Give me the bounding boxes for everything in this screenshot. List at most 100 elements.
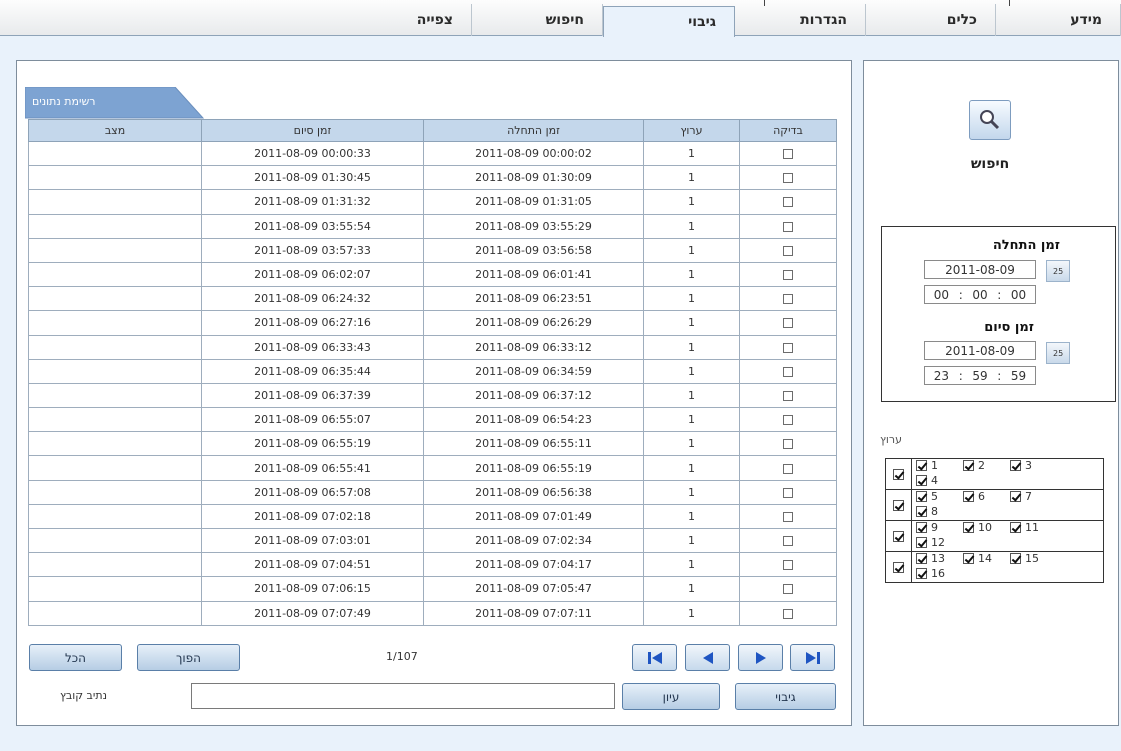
row-checkbox[interactable] bbox=[783, 318, 793, 329]
channel-checkbox-item[interactable]: 9 bbox=[916, 521, 963, 534]
channel-checkbox-item[interactable]: 16 bbox=[916, 567, 963, 580]
row-checkbox[interactable] bbox=[783, 149, 793, 160]
channel-checkbox-item[interactable]: 11 bbox=[1010, 521, 1057, 534]
row-select-checkbox[interactable] bbox=[893, 469, 904, 480]
end-clock-field[interactable]: 23: 59: 59 bbox=[924, 366, 1036, 385]
channel-checkbox-item[interactable]: 15 bbox=[1010, 552, 1057, 565]
channel-checkbox[interactable] bbox=[916, 553, 927, 564]
row-checkbox[interactable] bbox=[783, 294, 793, 305]
channel-checkbox-item[interactable]: 12 bbox=[916, 536, 963, 549]
table-row[interactable]: 2011-08-09 00:00:33 2011-08-09 00:00:02 1 bbox=[28, 140, 837, 167]
browse-button[interactable]: עיון bbox=[622, 683, 720, 710]
channel-checkbox[interactable] bbox=[1010, 491, 1021, 502]
table-row[interactable]: 2011-08-09 01:30:45 2011-08-09 01:30:09 1 bbox=[28, 165, 837, 191]
row-checkbox[interactable] bbox=[783, 487, 793, 498]
channel-checkbox[interactable] bbox=[916, 506, 927, 517]
tab-settings[interactable]: הגדרות bbox=[735, 4, 866, 36]
table-row[interactable]: 2011-08-09 06:02:07 2011-08-09 06:01:41 1 bbox=[28, 261, 837, 288]
channel-checkbox-item[interactable]: 13 bbox=[916, 552, 963, 565]
table-row[interactable]: 2011-08-09 06:37:39 2011-08-09 06:37:12 1 bbox=[28, 382, 837, 409]
row-checkbox[interactable] bbox=[783, 173, 793, 184]
row-checkbox[interactable] bbox=[783, 584, 793, 595]
backup-button[interactable]: גיבוי bbox=[735, 683, 836, 710]
table-row[interactable]: 2011-08-09 06:35:44 2011-08-09 06:34:59 1 bbox=[28, 358, 837, 384]
channel-checkbox-item[interactable]: 4 bbox=[916, 474, 963, 487]
table-row[interactable]: 2011-08-09 06:24:32 2011-08-09 06:23:51 1 bbox=[28, 286, 837, 312]
first-page-button[interactable] bbox=[790, 644, 835, 671]
row-checkbox[interactable] bbox=[783, 608, 793, 619]
table-row[interactable]: 2011-08-09 06:55:19 2011-08-09 06:55:11 1 bbox=[28, 431, 837, 457]
table-row[interactable]: 2011-08-09 06:55:41 2011-08-09 06:55:19 1 bbox=[28, 455, 837, 481]
channel-checkbox[interactable] bbox=[963, 491, 974, 502]
row-select-checkbox[interactable] bbox=[893, 500, 904, 511]
last-page-button[interactable] bbox=[632, 644, 677, 671]
table-row[interactable]: 2011-08-09 03:57:33 2011-08-09 03:56:58 1 bbox=[28, 237, 837, 263]
search-button[interactable] bbox=[969, 100, 1011, 140]
file-path-input[interactable] bbox=[191, 683, 615, 709]
channel-checkbox[interactable] bbox=[1010, 522, 1021, 533]
channel-checkbox-item[interactable]: 14 bbox=[963, 552, 1010, 565]
table-row[interactable]: 2011-08-09 03:55:54 2011-08-09 03:55:29 1 bbox=[28, 213, 837, 239]
row-checkbox[interactable] bbox=[783, 342, 793, 353]
tab-backup[interactable]: גיבוי bbox=[603, 6, 735, 37]
column-header-channel[interactable]: ערוץ bbox=[643, 119, 740, 142]
table-row[interactable]: 2011-08-09 07:07:49 2011-08-09 07:07:11 1 bbox=[28, 600, 837, 626]
start-calendar-button[interactable]: 25 bbox=[1046, 260, 1070, 282]
start-date-field[interactable]: 2011-08-09 bbox=[924, 260, 1036, 279]
tab-search[interactable]: חיפוש bbox=[472, 4, 603, 36]
row-checkbox[interactable] bbox=[783, 270, 793, 281]
column-header-status[interactable]: מצב bbox=[28, 119, 202, 142]
row-checkbox[interactable] bbox=[783, 439, 793, 450]
end-date-field[interactable]: 2011-08-09 bbox=[924, 341, 1036, 360]
table-row[interactable]: 2011-08-09 06:57:08 2011-08-09 06:56:38 1 bbox=[28, 479, 837, 505]
channel-checkbox-item[interactable]: 6 bbox=[963, 490, 1010, 503]
channel-checkbox[interactable] bbox=[963, 522, 974, 533]
table-row[interactable]: 2011-08-09 07:03:01 2011-08-09 07:02:34 1 bbox=[28, 527, 837, 554]
channel-checkbox[interactable] bbox=[963, 553, 974, 564]
column-header-end-time[interactable]: זמן סיום bbox=[201, 119, 424, 142]
channel-checkbox[interactable] bbox=[1010, 553, 1021, 564]
table-row[interactable]: 2011-08-09 06:55:07 2011-08-09 06:54:23 1 bbox=[28, 407, 837, 433]
row-checkbox[interactable] bbox=[783, 560, 793, 571]
start-clock-field[interactable]: 00: 00: 00 bbox=[924, 285, 1036, 304]
end-calendar-button[interactable]: 25 bbox=[1046, 342, 1070, 364]
column-header-check[interactable]: בדיקה bbox=[739, 119, 837, 142]
channel-checkbox-item[interactable]: 5 bbox=[916, 490, 963, 503]
channel-checkbox-item[interactable]: 7 bbox=[1010, 490, 1057, 503]
tab-info[interactable]: מידע bbox=[996, 4, 1121, 36]
previous-page-button[interactable] bbox=[685, 644, 730, 671]
row-select-checkbox[interactable] bbox=[893, 562, 904, 573]
row-checkbox[interactable] bbox=[783, 221, 793, 232]
table-row[interactable]: 2011-08-09 06:27:16 2011-08-09 06:26:29 1 bbox=[28, 310, 837, 336]
table-row[interactable]: 2011-08-09 01:31:32 2011-08-09 01:31:05 1 bbox=[28, 189, 837, 215]
channel-checkbox-item[interactable]: 1 bbox=[916, 459, 963, 472]
select-all-button[interactable]: הכל bbox=[29, 644, 122, 671]
row-checkbox[interactable] bbox=[783, 197, 793, 208]
channel-checkbox-item[interactable]: 2 bbox=[963, 459, 1010, 472]
row-checkbox[interactable] bbox=[783, 390, 793, 401]
column-header-start-time[interactable]: זמן התחלה bbox=[423, 119, 644, 142]
channel-checkbox[interactable] bbox=[916, 568, 927, 579]
channel-checkbox[interactable] bbox=[916, 491, 927, 502]
channel-checkbox[interactable] bbox=[916, 537, 927, 548]
tab-live-view[interactable]: צפייה bbox=[340, 4, 472, 36]
channel-checkbox[interactable] bbox=[916, 460, 927, 471]
table-row[interactable]: 2011-08-09 07:06:15 2011-08-09 07:05:47 1 bbox=[28, 576, 837, 602]
channel-checkbox[interactable] bbox=[916, 522, 927, 533]
row-checkbox[interactable] bbox=[783, 511, 793, 522]
row-checkbox[interactable] bbox=[783, 366, 793, 377]
invert-selection-button[interactable]: הפוך bbox=[137, 644, 240, 671]
row-checkbox[interactable] bbox=[783, 463, 793, 474]
row-checkbox[interactable] bbox=[783, 536, 793, 547]
next-page-button[interactable] bbox=[738, 644, 783, 671]
table-row[interactable]: 2011-08-09 06:33:43 2011-08-09 06:33:12 1 bbox=[28, 334, 837, 360]
channel-checkbox-item[interactable]: 8 bbox=[916, 505, 963, 518]
row-checkbox[interactable] bbox=[783, 245, 793, 256]
channel-checkbox[interactable] bbox=[916, 475, 927, 486]
table-row[interactable]: 2011-08-09 07:04:51 2011-08-09 07:04:17 1 bbox=[28, 552, 837, 578]
channel-checkbox-item[interactable]: 10 bbox=[963, 521, 1010, 534]
table-row[interactable]: 2011-08-09 07:02:18 2011-08-09 07:01:49 1 bbox=[28, 503, 837, 530]
channel-checkbox[interactable] bbox=[1010, 460, 1021, 471]
row-checkbox[interactable] bbox=[783, 415, 793, 426]
row-select-checkbox[interactable] bbox=[893, 531, 904, 542]
